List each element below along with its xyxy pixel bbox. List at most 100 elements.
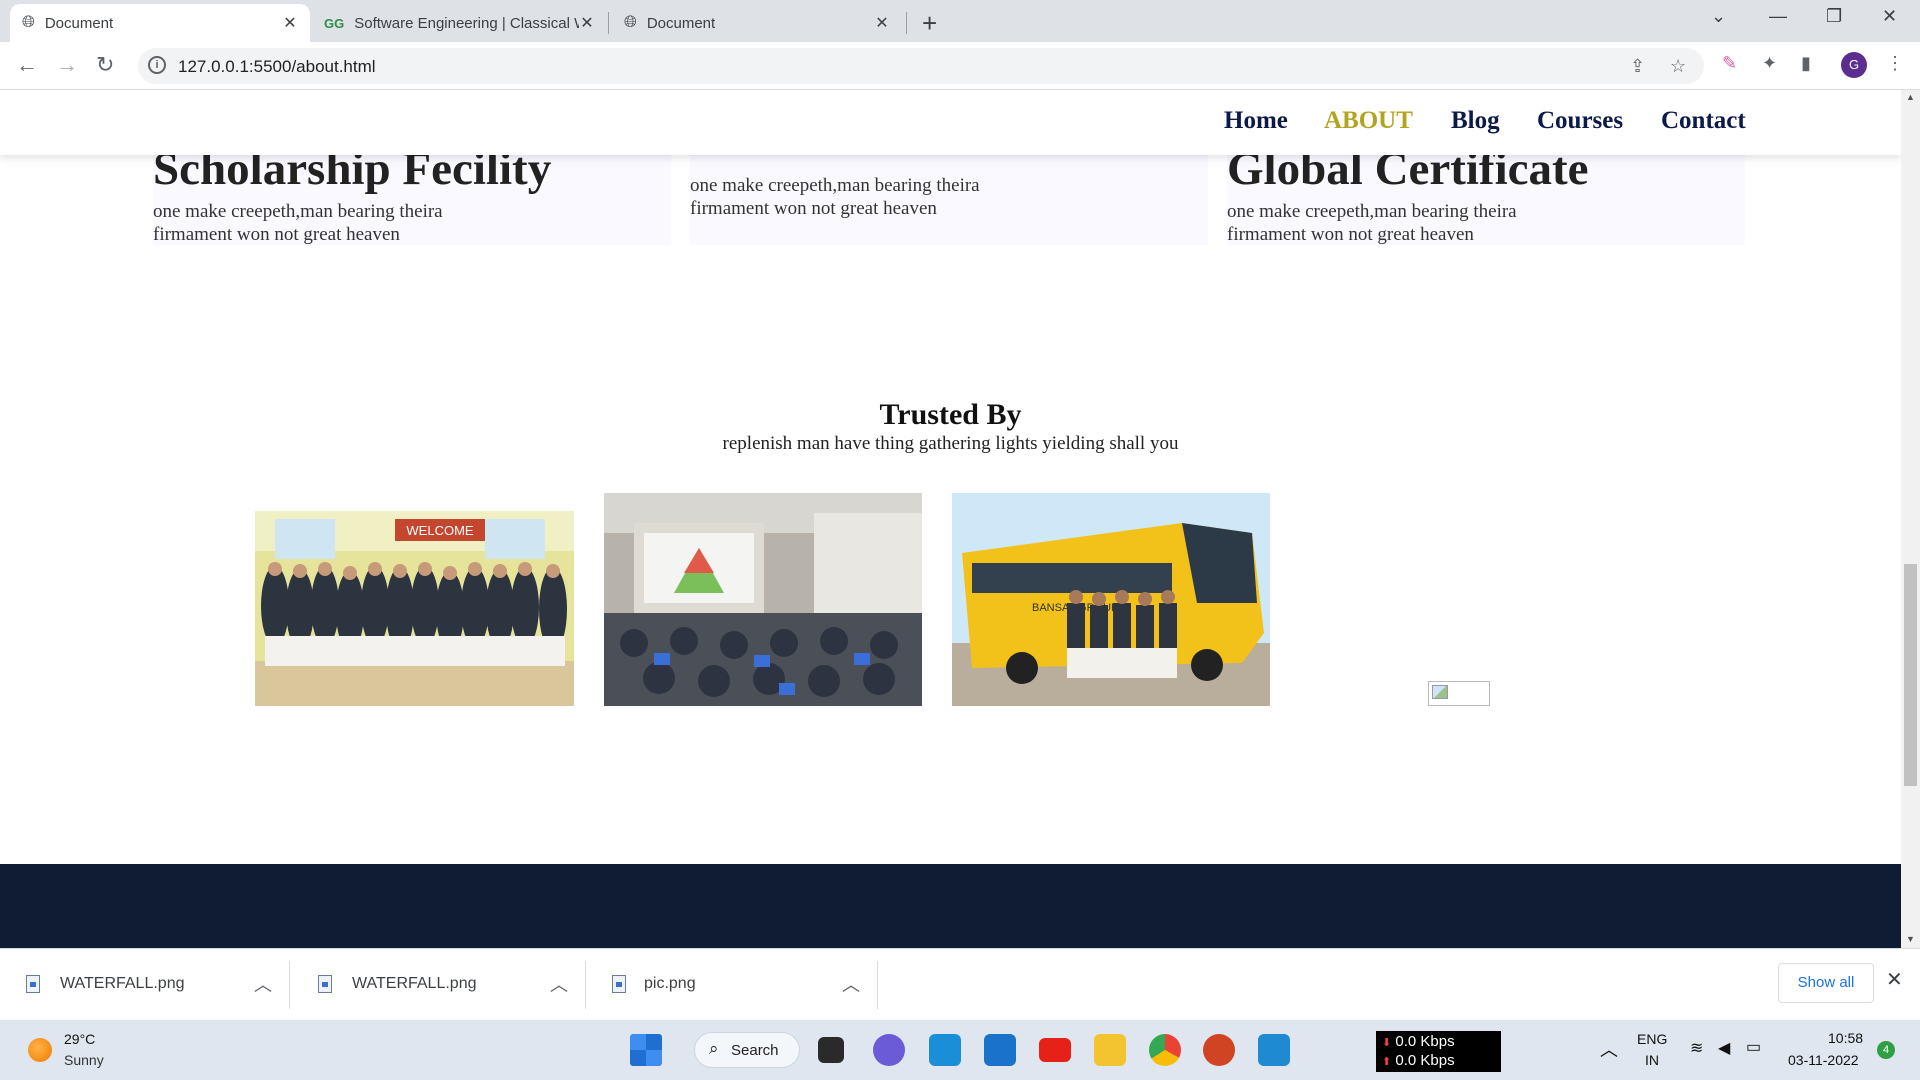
- site-navbar: Home ABOUT Blog Courses Contact: [0, 90, 1901, 155]
- trusted-by-subtitle: replenish man have thing gathering light…: [722, 433, 1179, 454]
- gfg-icon: GG: [324, 15, 345, 31]
- notification-badge[interactable]: 4: [1877, 1041, 1895, 1059]
- back-icon[interactable]: ←: [16, 52, 38, 78]
- download-filename: WATERFALL.png: [352, 975, 477, 992]
- clock-time[interactable]: 10:58: [1828, 1030, 1863, 1046]
- search-label: Search: [731, 1042, 779, 1059]
- chevron-up-icon[interactable]: ︿: [842, 971, 860, 997]
- tab-title: Software Engineering | Classical Wa: [354, 14, 579, 32]
- tray-chevron-up-icon[interactable]: ︿: [1600, 1036, 1618, 1062]
- wifi-icon[interactable]: ≋: [1690, 1038, 1703, 1058]
- taskbar-search[interactable]: ⌕ Search: [694, 1032, 800, 1068]
- show-all-downloads-button[interactable]: Show all: [1778, 963, 1874, 1003]
- url-text[interactable]: 127.0.0.1:5500/about.html: [178, 57, 376, 77]
- tab-document[interactable]: 🌐︎ Document ✕: [612, 4, 902, 42]
- sun-weather-icon[interactable]: [28, 1038, 52, 1062]
- image-file-icon: [612, 975, 626, 993]
- tab-separator: [608, 12, 609, 34]
- browser-toolbar: ← → ↻ i 127.0.0.1:5500/about.html ⇪ ☆ ✎ …: [0, 42, 1920, 90]
- feature-text: one make creepeth,man bearing theira fir…: [153, 201, 443, 245]
- close-window-icon[interactable]: ✕: [1882, 6, 1897, 27]
- students-group-photo: WELCOME: [255, 511, 574, 706]
- globe-icon: 🌐︎: [22, 14, 35, 31]
- mail-icon[interactable]: [984, 1034, 1016, 1066]
- forward-icon[interactable]: →: [56, 52, 78, 78]
- close-download-shelf-icon[interactable]: ✕: [1886, 967, 1903, 992]
- file-explorer-icon[interactable]: [1094, 1034, 1126, 1066]
- search-icon: ⌕: [709, 1039, 719, 1058]
- youtube-icon[interactable]: [1039, 1038, 1071, 1062]
- nav-blog[interactable]: Blog: [1451, 107, 1500, 135]
- menu-kebab-icon[interactable]: ⋮: [1886, 53, 1904, 74]
- close-tab-icon[interactable]: ✕: [282, 13, 298, 33]
- image-file-icon: [26, 975, 40, 993]
- windows-taskbar: 29°C Sunny ⌕ Search ⬇ 0.0 Kbps ⬆ 0.0 Kbp…: [0, 1020, 1920, 1080]
- language-line1[interactable]: ENG: [1637, 1031, 1667, 1047]
- bookmark-star-icon[interactable]: ☆: [1670, 56, 1686, 77]
- volume-icon[interactable]: ◀︎: [1718, 1038, 1730, 1058]
- computer-lab-photo: [604, 493, 922, 706]
- download-shelf: WATERFALL.png ︿ WATERFALL.png ︿ pic.png …: [0, 948, 1920, 1020]
- color-picker-extension-icon[interactable]: ✎: [1722, 53, 1737, 74]
- trusted-by-heading: Trusted By: [879, 398, 1022, 431]
- download-item[interactable]: WATERFALL.png ︿: [296, 961, 586, 1009]
- bus-students-photo: BANSAL GROUP: [952, 493, 1270, 706]
- broken-image-placeholder: [1428, 681, 1490, 706]
- browser-tab-bar: 🌐︎ Document ✕ GG Software Engineering | …: [0, 0, 1920, 42]
- address-bar[interactable]: i 127.0.0.1:5500/about.html ⇪ ☆: [138, 48, 1704, 84]
- image-file-icon: [318, 975, 332, 993]
- windows-start-icon[interactable]: [630, 1034, 662, 1066]
- net-down: ⬇ 0.0 Kbps: [1382, 1033, 1455, 1050]
- clock-date[interactable]: 03-11-2022: [1788, 1052, 1859, 1068]
- page-scrollbar[interactable]: ▲ ▼: [1901, 90, 1920, 948]
- restore-icon[interactable]: ❐: [1826, 6, 1842, 27]
- side-panel-icon[interactable]: ▮: [1801, 53, 1811, 74]
- nav-contact[interactable]: Contact: [1661, 107, 1746, 135]
- tab-title: Document: [646, 14, 716, 32]
- tab-document-active[interactable]: 🌐︎ Document ✕: [10, 4, 310, 42]
- download-item[interactable]: pic.png ︿: [588, 961, 878, 1009]
- minimize-icon[interactable]: —: [1769, 6, 1787, 27]
- chevron-up-icon[interactable]: ︿: [254, 971, 272, 997]
- profile-avatar[interactable]: G: [1841, 52, 1867, 78]
- chrome-icon[interactable]: [1149, 1034, 1181, 1066]
- extensions-puzzle-icon[interactable]: ✦: [1762, 53, 1777, 74]
- scroll-down-arrow-icon[interactable]: ▼: [1906, 934, 1915, 944]
- download-filename: WATERFALL.png: [60, 975, 185, 992]
- battery-icon[interactable]: ▭: [1746, 1037, 1761, 1057]
- site-info-icon[interactable]: i: [148, 56, 166, 74]
- feature-text: one make creepeth,man bearing theira fir…: [1227, 201, 1517, 245]
- desktop-monitor-icon[interactable]: [929, 1034, 961, 1066]
- chat-icon[interactable]: [873, 1034, 905, 1066]
- download-item[interactable]: WATERFALL.png ︿: [0, 961, 290, 1009]
- nav-about[interactable]: ABOUT: [1324, 107, 1413, 135]
- page-viewport: Home ABOUT Blog Courses Contact Scholars…: [0, 90, 1901, 948]
- task-view-icon[interactable]: [818, 1037, 844, 1063]
- welcome-banner-text: WELCOME: [406, 523, 474, 538]
- share-icon[interactable]: ⇪: [1630, 56, 1645, 77]
- close-tab-icon[interactable]: ✕: [874, 13, 890, 33]
- vscode-icon[interactable]: [1258, 1034, 1290, 1066]
- nav-home[interactable]: Home: [1224, 107, 1288, 135]
- tab-separator: [906, 12, 907, 34]
- powerpoint-icon[interactable]: [1203, 1034, 1235, 1066]
- scroll-up-arrow-icon[interactable]: ▲: [1906, 92, 1915, 102]
- tab-software-engineering[interactable]: GG Software Engineering | Classical Wa ✕: [312, 4, 607, 42]
- footer-section: [0, 864, 1901, 948]
- feature-text: one make creepeth,man bearing theira fir…: [690, 175, 980, 219]
- weather-temperature[interactable]: 29°C: [64, 1031, 95, 1047]
- weather-condition[interactable]: Sunny: [64, 1052, 104, 1068]
- close-tab-icon[interactable]: ✕: [579, 13, 595, 33]
- new-tab-icon[interactable]: +: [922, 8, 937, 39]
- language-line2[interactable]: IN: [1645, 1052, 1659, 1068]
- scrollbar-thumb[interactable]: [1904, 564, 1917, 786]
- nav-courses[interactable]: Courses: [1537, 107, 1623, 135]
- chevron-up-icon[interactable]: ︿: [550, 971, 568, 997]
- reload-icon[interactable]: ↻: [96, 52, 114, 78]
- tab-search-chevron-icon[interactable]: ⌄: [1711, 6, 1726, 27]
- download-filename: pic.png: [644, 975, 696, 992]
- globe-icon: 🌐︎: [624, 14, 637, 31]
- tab-title: Document: [44, 14, 114, 32]
- net-up: ⬆ 0.0 Kbps: [1382, 1052, 1455, 1069]
- network-speed-widget: ⬇ 0.0 Kbps ⬆ 0.0 Kbps: [1376, 1031, 1501, 1072]
